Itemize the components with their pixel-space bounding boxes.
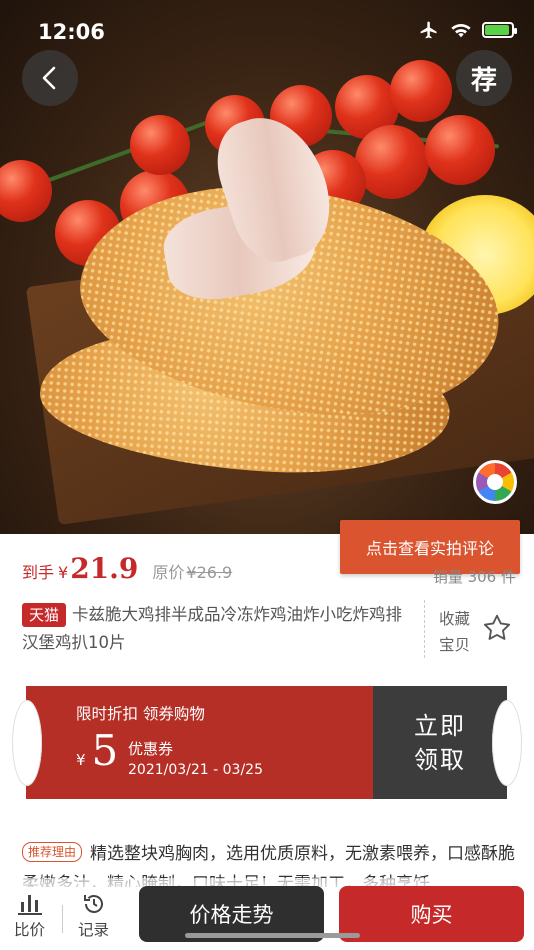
star-outline-icon xyxy=(483,614,511,640)
favorite-label: 收藏宝贝 xyxy=(439,610,471,654)
favorite-button[interactable]: 收藏宝贝 xyxy=(424,600,524,658)
coupon-card[interactable]: 限时折扣 领券购物 ¥ 5 优惠券 2021/03/21 - 03/25 立即领… xyxy=(26,686,507,799)
history-button[interactable]: 记录 xyxy=(78,892,109,940)
compare-label: 比价 xyxy=(14,921,46,939)
coupon-notch-left xyxy=(12,700,42,786)
bar-chart-icon xyxy=(17,895,42,915)
price-currency: ¥ xyxy=(58,563,69,582)
original-price-label: 原价 xyxy=(152,563,185,582)
claim-coupon-button[interactable]: 立即 领取 xyxy=(373,686,507,799)
tomato xyxy=(425,115,495,185)
camera-icon[interactable] xyxy=(473,460,517,504)
recommend-button[interactable]: 荐 xyxy=(456,50,512,106)
history-label: 记录 xyxy=(78,921,110,939)
coupon-date-range: 2021/03/21 - 03/25 xyxy=(128,762,263,778)
coupon-amount: ¥ 5 xyxy=(76,730,118,772)
coupon-name: 优惠券 xyxy=(128,740,174,758)
battery-icon xyxy=(482,22,517,38)
chevron-left-icon xyxy=(42,66,56,90)
tmall-badge: 天猫 xyxy=(22,603,67,627)
coupon-notch-right xyxy=(492,700,522,786)
tomato-vine xyxy=(29,116,219,189)
status-bar: 12:06 xyxy=(0,0,534,60)
coupon-amount-value: 5 xyxy=(91,726,119,775)
bottom-divider xyxy=(62,905,63,933)
claim-coupon-label: 立即 领取 xyxy=(414,711,466,774)
airplane-icon xyxy=(420,21,437,39)
tomato xyxy=(130,115,190,175)
coupon-headline: 限时折扣 领券购物 xyxy=(76,705,205,723)
price-row: 到手 ¥ 21.9 原价 ¥26.9 xyxy=(22,552,232,585)
product-image[interactable] xyxy=(0,0,534,534)
price-label: 到手 xyxy=(22,563,55,582)
compare-button[interactable]: 比价 xyxy=(14,892,45,940)
buy-button[interactable]: 购买 xyxy=(339,886,524,942)
coupon-currency: ¥ xyxy=(76,751,86,769)
recommend-tag: 推荐理由 xyxy=(22,842,83,862)
status-time: 12:06 xyxy=(38,20,105,44)
back-button[interactable] xyxy=(22,50,78,106)
original-price-value: ¥26.9 xyxy=(186,563,233,582)
tomato xyxy=(355,125,429,199)
price-value: 21.9 xyxy=(70,552,139,585)
history-icon xyxy=(83,895,103,913)
home-indicator xyxy=(185,933,360,938)
tomato xyxy=(390,60,452,122)
original-price: 原价 ¥26.9 xyxy=(152,559,232,583)
wifi-icon xyxy=(451,24,471,38)
product-title-text: 卡兹脆大鸡排半成品冷冻炸鸡油炸小吃炸鸡排汉堡鸡扒10片 xyxy=(22,605,403,652)
product-title: 天猫 卡兹脆大鸡排半成品冷冻炸鸡油炸小吃炸鸡排汉堡鸡扒10片 xyxy=(22,601,410,657)
sales-count: 销量 306 件 xyxy=(432,568,516,586)
tomato xyxy=(0,160,52,222)
